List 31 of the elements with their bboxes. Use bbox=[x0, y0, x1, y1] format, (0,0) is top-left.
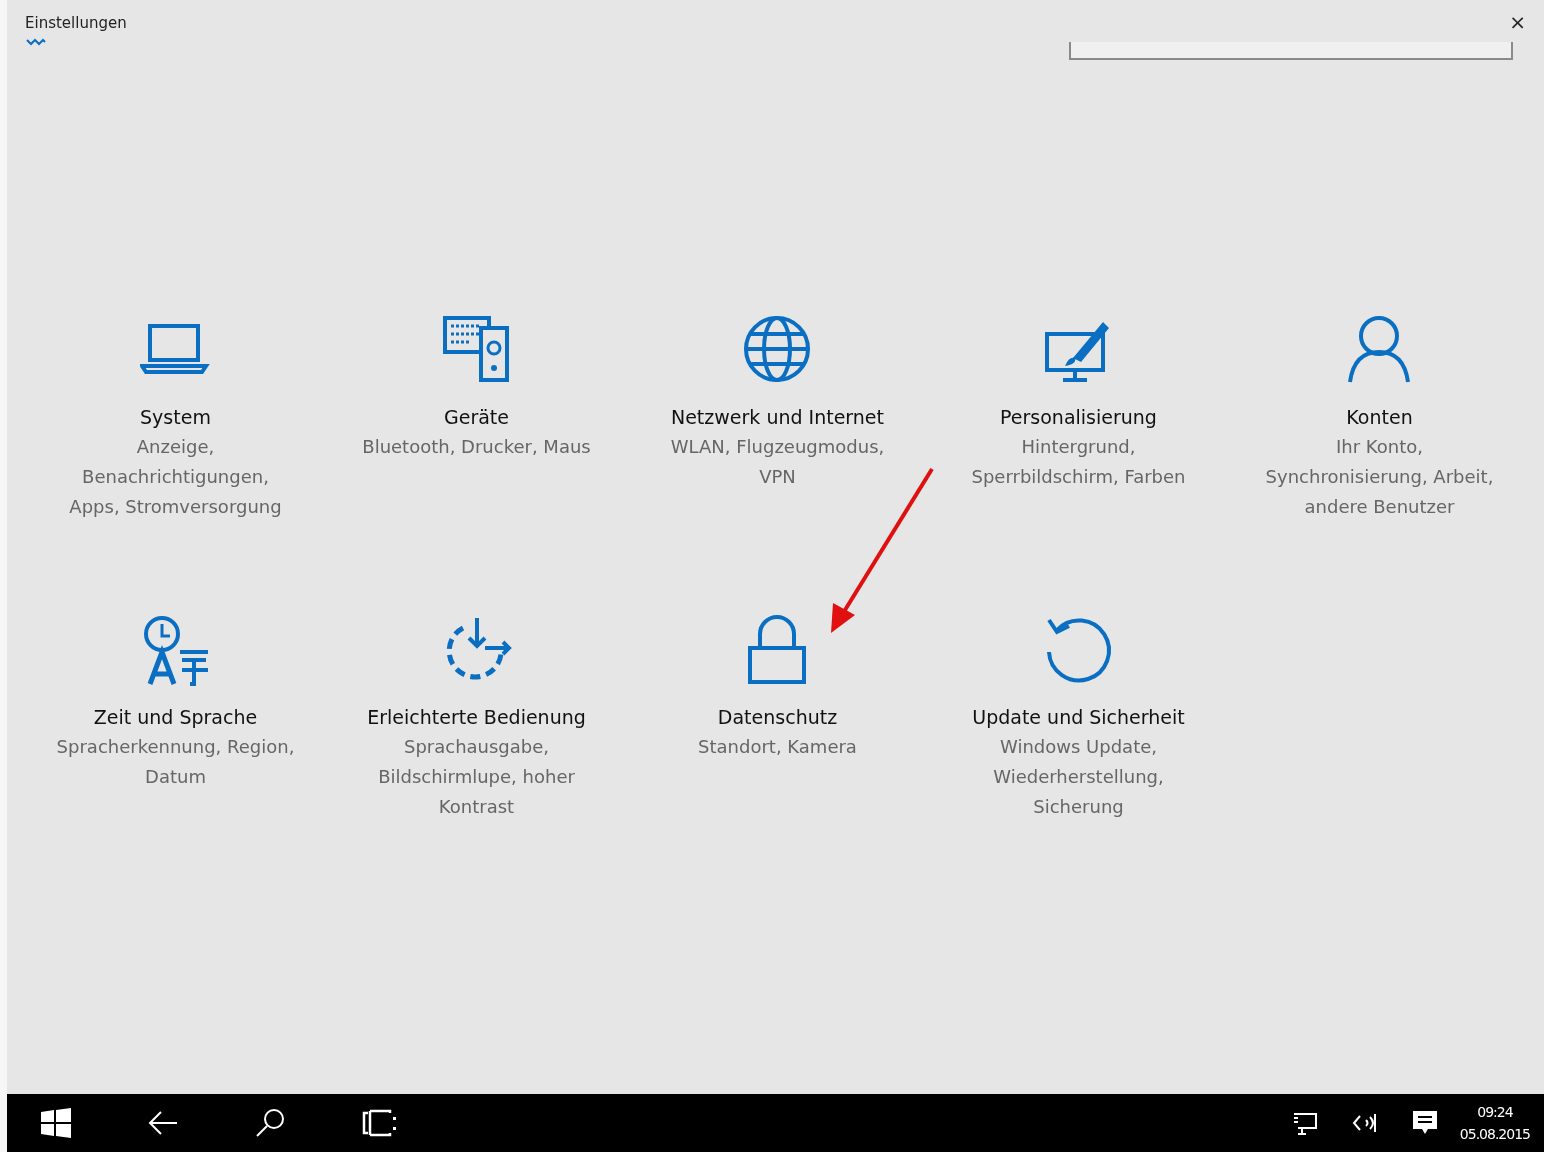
window-title: Einstellungen bbox=[25, 14, 127, 32]
close-button[interactable]: × bbox=[1509, 10, 1526, 34]
network-icon[interactable] bbox=[1291, 1111, 1318, 1135]
back-icon[interactable] bbox=[148, 1110, 178, 1136]
tile-description: Ihr Konto, Synchronisierung, Arbeit, andere Benutzer bbox=[1264, 435, 1495, 519]
clock-time[interactable]: 09:24 bbox=[1459, 1101, 1530, 1123]
tile-description: Hintergrund, Sperrbildschirm, Farben bbox=[970, 435, 1187, 489]
tile-title[interactable]: Geräte bbox=[444, 402, 509, 432]
tile-title[interactable]: Update und Sicherheit bbox=[972, 702, 1185, 732]
tile-description: Windows Update, Wiederherstellung, Sicherung bbox=[992, 735, 1165, 819]
search-icon[interactable] bbox=[255, 1108, 285, 1138]
tile-title[interactable]: Konten bbox=[1346, 402, 1413, 432]
tile-description: Sprachausgabe, Bildschirmlupe, hoher Kontrast bbox=[377, 735, 576, 819]
clock-date[interactable]: 05.08.2015 bbox=[1459, 1123, 1530, 1145]
tile-title[interactable]: Erleichterte Bedienung bbox=[367, 702, 586, 732]
tile-description: Anzeige, Benachrichtigungen, Apps, Stromversorgung bbox=[68, 435, 283, 519]
search-field[interactable] bbox=[1069, 42, 1514, 60]
task-view-icon[interactable] bbox=[362, 1109, 396, 1137]
notification-icon[interactable] bbox=[1411, 1110, 1438, 1136]
windows-logo-icon[interactable] bbox=[41, 1108, 71, 1138]
tile-description: Spracherkennung, Region, Datum bbox=[55, 735, 296, 789]
tile-title[interactable]: Datenschutz bbox=[717, 702, 838, 732]
speaker-icon[interactable] bbox=[1351, 1112, 1378, 1134]
tile-description: Standort, Kamera bbox=[697, 735, 858, 759]
tile-title[interactable]: System bbox=[140, 402, 211, 432]
tile-title[interactable]: Personalisierung bbox=[1000, 402, 1157, 432]
tile-description: Bluetooth, Drucker, Maus bbox=[361, 435, 592, 459]
tile-description: WLAN, Flugzeugmodus, VPN bbox=[669, 435, 886, 489]
tile-title[interactable]: Zeit und Sprache bbox=[93, 702, 258, 732]
tile-title[interactable]: Netzwerk und Internet bbox=[670, 402, 884, 432]
loading-dots-icon bbox=[25, 38, 47, 46]
